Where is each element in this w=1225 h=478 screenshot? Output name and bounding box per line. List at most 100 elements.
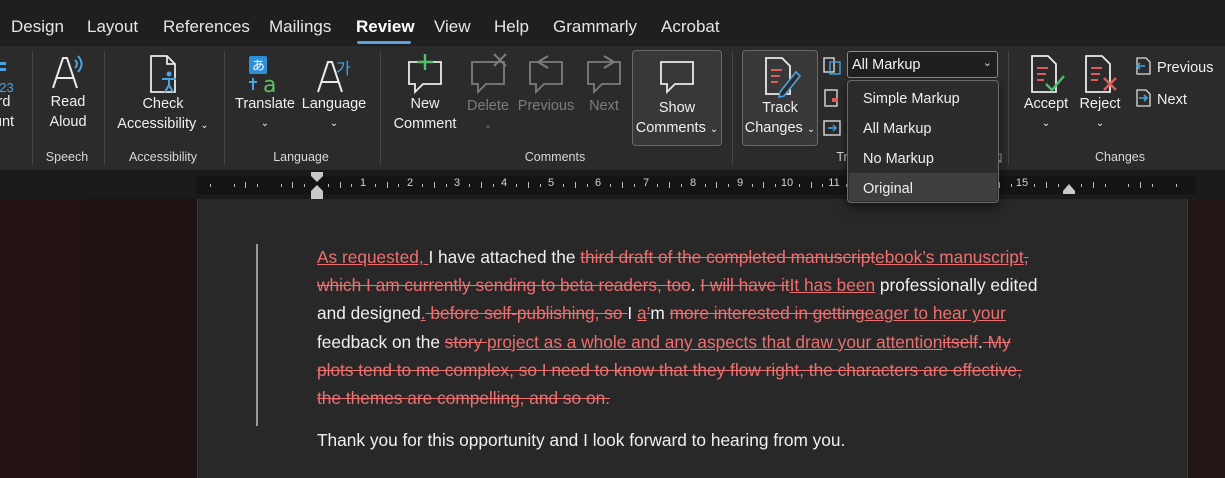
deleted-text: I will have it [700,275,790,296]
chevron-down-icon: ⌄ [329,118,339,129]
inserted-text: ebook’s manuscript [875,247,1024,267]
ruler-number: 2 [406,177,414,189]
tab-layout[interactable]: Layout [87,17,138,37]
ribbon: 123 rd unt Read Aloud Speech Check Acces… [0,46,1225,170]
closing-paragraph[interactable]: Thank you for this opportunity and I loo… [317,426,845,454]
next-comment-icon [587,55,621,95]
chevron-down-icon: ⌄ [260,118,270,129]
ruler-tick [1152,184,1153,187]
ruler-tick [775,184,776,187]
ruler-tick [999,182,1000,188]
markup-option-simple[interactable]: Simple Markup [849,83,997,111]
group-label-speech: Speech [45,150,89,164]
word-count-button[interactable]: 123 rd unt [0,52,16,132]
ruler-tick [681,184,682,187]
ruler-tick [1058,184,1059,187]
ruler-number: 9 [736,177,744,189]
deleted-text: itself [942,331,978,352]
chevron-down-icon: ⌄ [982,57,992,69]
previous-change-button[interactable]: Previous [1133,56,1213,76]
tab-grammarly[interactable]: Grammarly [553,17,637,37]
delete-comment-icon [471,53,507,95]
markup-display-select[interactable]: All Markup ⌄ [847,51,998,78]
tab-mailings[interactable]: Mailings [269,17,331,37]
reject-button[interactable]: Reject ⌄ [1074,52,1126,134]
tracked-paragraph[interactable]: As requested, I have attached the third … [317,243,1047,412]
ruler-tick [210,184,211,187]
read-aloud-button[interactable]: Read Aloud [45,50,91,132]
ruler-tick [822,184,823,187]
svg-text:가: 가 [336,59,351,78]
inserted-text: As requested, [317,247,429,267]
group-label-language: Language [273,150,329,164]
ruler-tick [234,184,235,187]
markup-option-all[interactable]: All Markup [849,113,997,141]
indent-marker-icon[interactable] [309,170,325,199]
ruler-tick [1176,184,1177,187]
ruler-tick [563,184,564,187]
tab-references[interactable]: References [163,17,250,37]
ruler-tick [1046,182,1047,188]
track-changes-icon [765,57,802,98]
translate-icon: あ a [249,56,276,96]
deleted-text: before self-publishing, so [425,303,628,324]
ruler-tick [716,182,717,188]
markup-filter-icon[interactable] [822,56,842,76]
markup-option-original[interactable]: Original [849,173,997,201]
track-changes-button[interactable]: Track Changes ⌄ [742,54,818,140]
chevron-down-icon: ⌄ [1095,118,1105,129]
ruler-tick [1128,184,1129,187]
tab-help[interactable]: Help [494,17,529,37]
next-change-button[interactable]: Next [1133,88,1187,108]
tab-review[interactable]: Review [356,17,415,37]
ruler-tick [587,184,588,187]
tab-acrobat[interactable]: Acrobat [661,17,720,37]
markup-option-none[interactable]: No Markup [849,143,997,171]
tab-view[interactable]: View [434,17,471,37]
new-comment-button[interactable]: New Comment [390,52,460,134]
language-button[interactable]: 가 Language ⌄ [300,52,368,134]
ruler-number: 3 [453,177,461,189]
chevron-down-icon: ⌄ [483,120,493,131]
show-comments-button[interactable]: Show Comments ⌄ [632,54,722,140]
show-markup-icon[interactable] [822,88,842,108]
ruler-number: 10 [780,177,794,189]
reviewing-pane-icon[interactable] [822,118,842,138]
delete-comment-button[interactable]: Delete ⌄ [462,52,514,136]
check-accessibility-button[interactable]: Check Accessibility ⌄ [113,52,213,136]
chevron-down-icon: ⌄ [1041,118,1051,129]
previous-comment-icon [529,55,563,95]
previous-comment-button[interactable]: Previous [516,52,576,116]
ruler-tick [657,184,658,187]
ruler-tick [1093,182,1094,188]
ruler-tick [705,184,706,187]
tab-design[interactable]: Design [11,17,64,37]
next-comment-button[interactable]: Next [580,52,628,116]
change-bar [256,244,258,426]
ruler-tick [799,184,800,187]
language-icon: 가 [317,59,351,93]
ruler-tick [575,182,576,188]
accept-icon [1031,55,1065,93]
ruler-tick [622,182,623,188]
ruler-number: 15 [1015,177,1029,189]
ruler-tick [281,184,282,187]
ruler-tick [1105,184,1106,187]
ruler-number: 8 [689,177,697,189]
inserted-text: It has been [789,275,876,296]
deleted-text: more interested in getting [669,303,865,324]
reject-icon [1085,55,1117,93]
translate-button[interactable]: あ a Translate ⌄ [233,52,297,134]
ruler-tick [634,184,635,187]
chevron-down-icon: ⌄ [709,124,719,135]
svg-text:a: a [263,73,276,96]
menu-bar: Design Layout References Mailings Review… [0,0,1225,46]
accept-button[interactable]: Accept ⌄ [1018,52,1074,134]
ruler-tick [257,184,258,187]
ruler-tick [446,184,447,187]
right-indent-marker-icon[interactable] [1061,182,1077,196]
horizontal-ruler[interactable]: 1 2 3 4 5 6 7 8 9 10 11 15 [0,170,1225,199]
previous-change-icon [1135,57,1151,75]
ruler-tick [752,184,753,187]
deleted-text: third draft of the completed manuscript [580,247,876,267]
